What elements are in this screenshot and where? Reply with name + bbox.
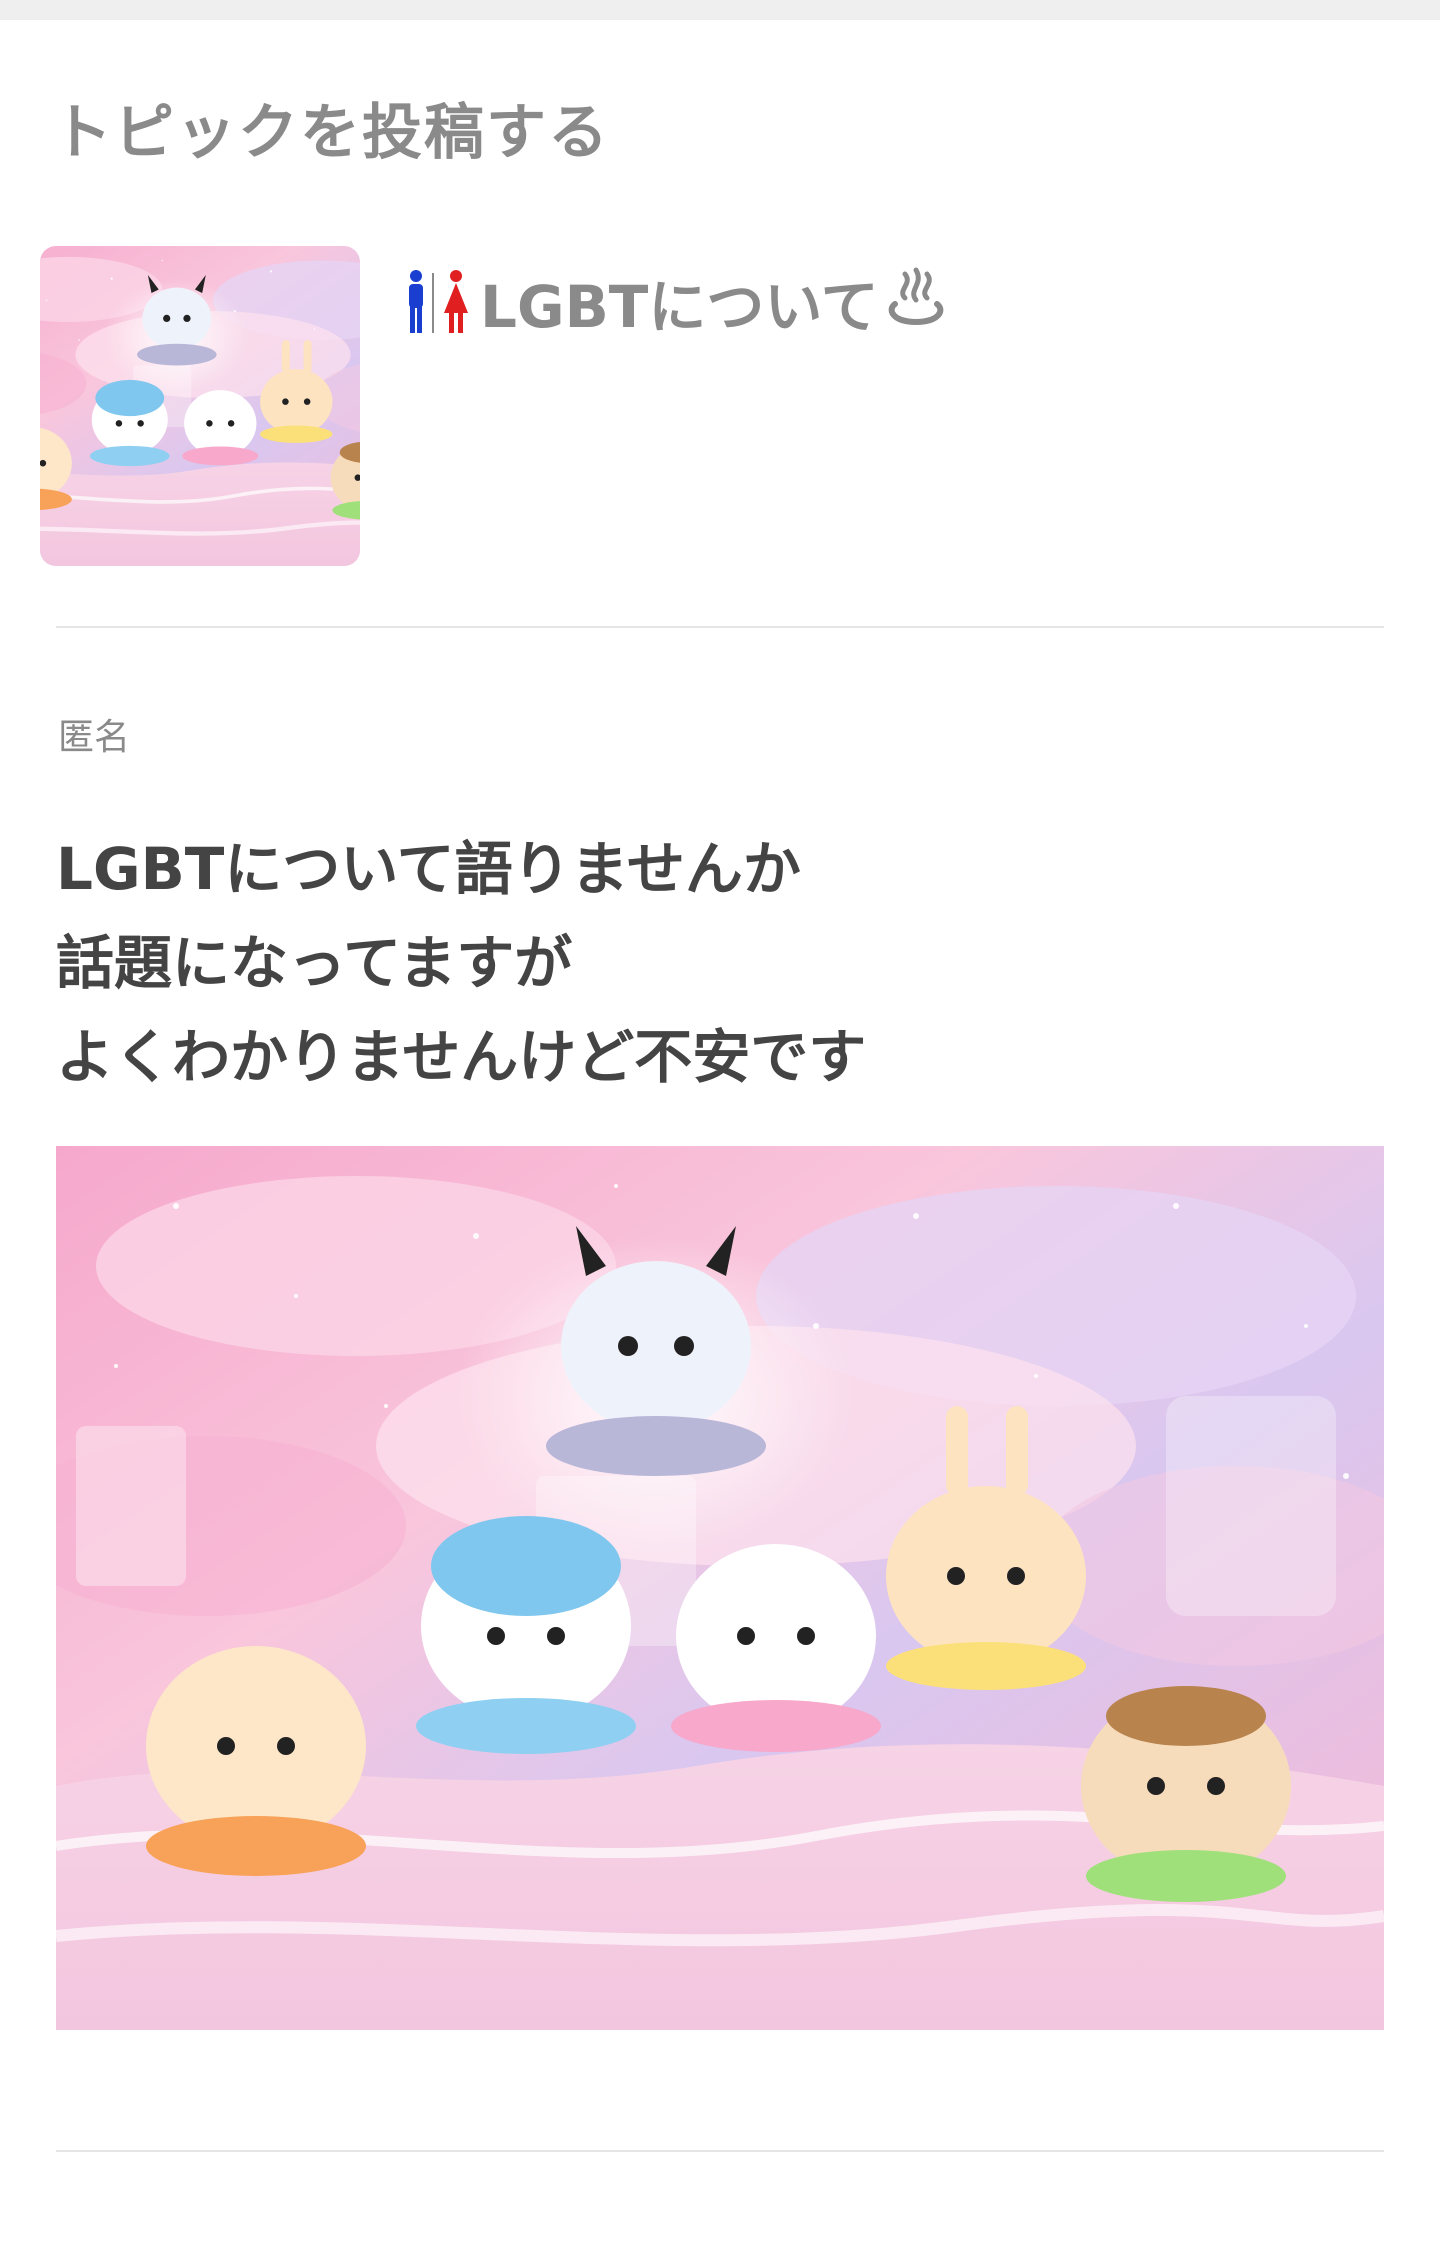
post-body: LGBTについて語りませんか 話題になってますが よくわかりませんけど不安です: [56, 822, 1356, 1104]
top-status-bar: [0, 0, 1440, 20]
post-image[interactable]: [56, 1146, 1384, 2030]
topic-title[interactable]: LGBTについて: [404, 260, 947, 344]
post-body-line: よくわかりませんけど不安です: [56, 1023, 867, 1091]
topic-title-text: LGBTについて: [480, 273, 879, 341]
hot-springs-icon: [885, 264, 947, 340]
post-body-line: LGBTについて語りませんか: [56, 835, 801, 903]
page-title: トピックを投稿する: [52, 98, 610, 168]
topic-thumbnail[interactable]: [40, 246, 360, 566]
bottom-divider: [56, 2150, 1384, 2152]
topic-thumbnail-image: [40, 246, 360, 566]
post-image-plush-photo: [56, 1146, 1384, 2030]
post-body-line: 話題になってますが: [56, 929, 573, 997]
author-name: 匿名: [58, 717, 131, 758]
restroom-icon: [404, 269, 474, 335]
section-divider: [56, 626, 1384, 628]
